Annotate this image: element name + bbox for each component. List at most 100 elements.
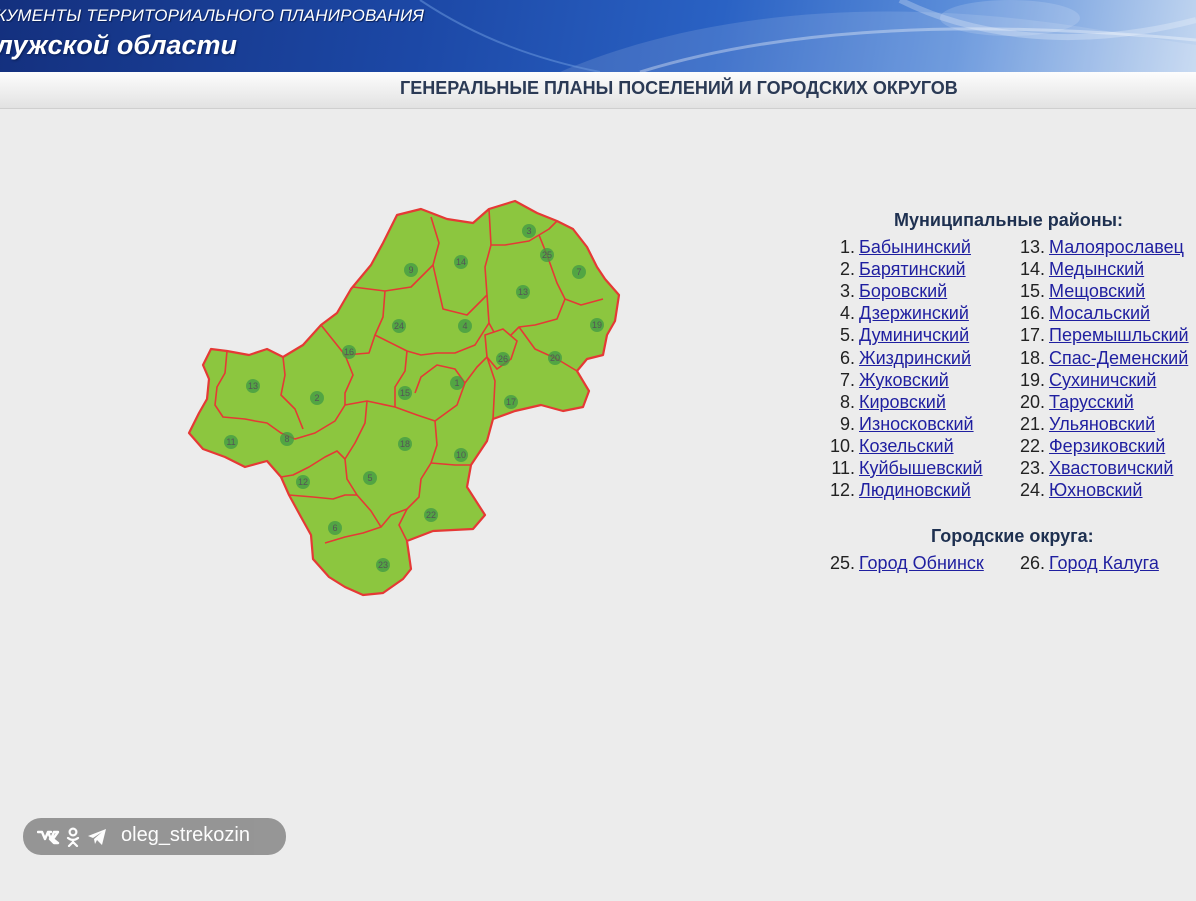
district-number: 13. <box>1019 237 1045 257</box>
district-number: 23. <box>1019 458 1045 478</box>
district-number: 21. <box>1019 414 1045 434</box>
district-item: 22. Ферзиковский <box>1013 435 1165 457</box>
district-number: 24. <box>1019 480 1045 500</box>
district-item: 19. Сухиничский <box>1013 369 1156 391</box>
region-number: 2 <box>314 393 319 403</box>
district-item: 11. Куйбышевский <box>822 457 983 479</box>
district-number: 19. <box>1019 370 1045 390</box>
district-item: 9. Износковский <box>822 413 974 435</box>
district-number: 2. <box>839 259 855 279</box>
region-number: 23 <box>378 560 388 570</box>
district-link[interactable]: Куйбышевский <box>859 458 983 478</box>
district-link[interactable]: Хвастовичский <box>1049 458 1173 478</box>
okrug-item: 25. Город Обнинск <box>822 552 984 574</box>
watermark-text: oleg_strekozin <box>121 824 250 846</box>
district-number: 5. <box>839 325 855 345</box>
district-item: 4. Дзержинский <box>822 302 969 324</box>
district-number: 12. <box>829 480 855 500</box>
district-number: 15. <box>1019 281 1045 301</box>
district-link[interactable]: Мосальский <box>1049 303 1150 323</box>
district-link[interactable]: Людиновский <box>859 480 971 500</box>
district-item: 1. Бабынинский <box>822 236 971 258</box>
region-number: 16 <box>344 347 354 357</box>
district-link[interactable]: Жиздринский <box>859 348 971 368</box>
district-number: 14. <box>1019 259 1045 279</box>
district-number: 22. <box>1019 436 1045 456</box>
district-link[interactable]: Бабынинский <box>859 237 971 257</box>
region-map[interactable]: 1234567891011121313141516171819202223242… <box>185 195 625 610</box>
district-link[interactable]: Спас-Деменский <box>1049 348 1188 368</box>
region-number: 3 <box>526 226 531 236</box>
region-number: 13 <box>518 287 528 297</box>
district-link[interactable]: Юхновский <box>1049 480 1142 500</box>
region-number: 25 <box>542 250 552 260</box>
district-number: 4. <box>839 303 855 323</box>
okrug-link[interactable]: Город Калуга <box>1049 553 1159 573</box>
district-link[interactable]: Барятинский <box>859 259 966 279</box>
district-link[interactable]: Ульяновский <box>1049 414 1155 434</box>
region-number: 14 <box>456 257 466 267</box>
district-link[interactable]: Жуковский <box>859 370 949 390</box>
district-link[interactable]: Износковский <box>859 414 974 434</box>
district-link[interactable]: Мещовский <box>1049 281 1145 301</box>
site-banner: КУМЕНТЫ ТЕРРИТОРИАЛЬНОГО ПЛАНИРОВАНИЯ лу… <box>0 0 1196 72</box>
region-number: 17 <box>506 397 516 407</box>
okrug-link[interactable]: Город Обнинск <box>859 553 984 573</box>
district-number: 16. <box>1019 303 1045 323</box>
district-link[interactable]: Думиничский <box>859 325 969 345</box>
district-item: 10. Козельский <box>822 435 954 457</box>
district-link[interactable]: Дзержинский <box>859 303 969 323</box>
district-number: 18. <box>1019 348 1045 368</box>
district-item: 5. Думиничский <box>822 324 969 346</box>
telegram-icon <box>88 829 106 845</box>
region-number: 11 <box>226 437 235 447</box>
district-item: 17. Перемышльский <box>1013 324 1189 346</box>
district-link[interactable]: Перемышльский <box>1049 325 1189 345</box>
district-item: 23. Хвастовичский <box>1013 457 1173 479</box>
district-link[interactable]: Тарусский <box>1049 392 1134 412</box>
region-number: 26 <box>498 354 508 364</box>
district-number: 8. <box>839 392 855 412</box>
region-number: 8 <box>284 434 289 444</box>
region-number: 7 <box>576 267 581 277</box>
region-number: 5 <box>367 473 372 483</box>
district-number: 3. <box>839 281 855 301</box>
district-link[interactable]: Медынский <box>1049 259 1144 279</box>
district-number: 11. <box>831 458 855 478</box>
region-number: 10 <box>456 450 466 460</box>
district-link[interactable]: Ферзиковский <box>1049 436 1165 456</box>
district-item: 20. Тарусский <box>1013 391 1134 413</box>
region-number: 12 <box>298 477 308 487</box>
district-link[interactable]: Сухиничский <box>1049 370 1156 390</box>
district-number: 17. <box>1019 325 1045 345</box>
odnoklassniki-icon <box>66 827 80 847</box>
district-link[interactable]: Боровский <box>859 281 947 301</box>
region-number: 19 <box>592 320 602 330</box>
region-number: 24 <box>394 321 404 331</box>
district-item: 7. Жуковский <box>822 369 949 391</box>
okrug-item: 26. Город Калуга <box>1013 552 1159 574</box>
region-number: 4 <box>462 321 467 331</box>
region-number: 6 <box>332 523 337 533</box>
region-number: 15 <box>400 388 410 398</box>
district-item: 13. Малоярославец <box>1013 236 1184 258</box>
district-link[interactable]: Кировский <box>859 392 946 412</box>
district-item: 21. Ульяновский <box>1013 413 1155 435</box>
district-number: 20. <box>1019 392 1045 412</box>
district-number: 7. <box>839 370 855 390</box>
district-link[interactable]: Малоярославец <box>1049 237 1184 257</box>
district-item: 16. Мосальский <box>1013 302 1150 324</box>
district-item: 12. Людиновский <box>822 479 971 501</box>
district-number: 6. <box>839 348 855 368</box>
region-number: 18 <box>400 439 410 449</box>
banner-title-line2: лужской области <box>0 30 238 60</box>
region-number: 1 <box>454 378 459 388</box>
district-item: 3. Боровский <box>822 280 947 302</box>
district-number: 1. <box>839 237 855 257</box>
banner-title-line1: КУМЕНТЫ ТЕРРИТОРИАЛЬНОГО ПЛАНИРОВАНИЯ <box>0 6 425 25</box>
page-title: ГЕНЕРАЛЬНЫЕ ПЛАНЫ ПОСЕЛЕНИЙ И ГОРОДСКИХ … <box>400 78 958 98</box>
okrug-number: 25. <box>829 553 855 573</box>
social-icons <box>37 827 106 847</box>
district-item: 6. Жиздринский <box>822 347 971 369</box>
district-link[interactable]: Козельский <box>859 436 954 456</box>
